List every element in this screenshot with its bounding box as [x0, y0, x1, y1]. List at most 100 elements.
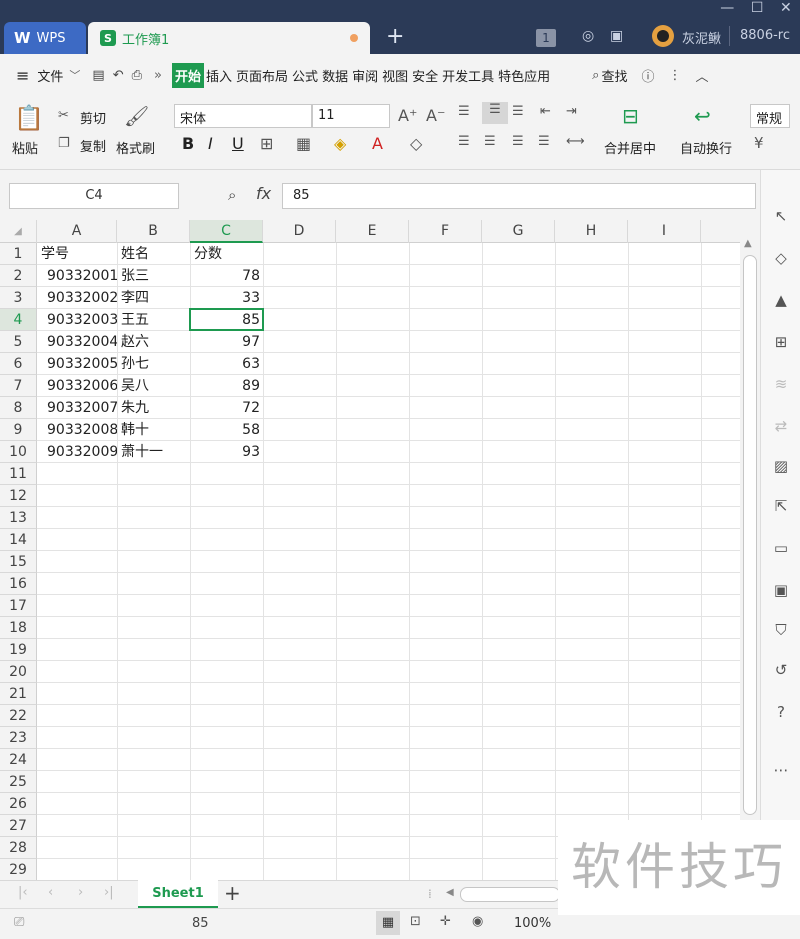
wrap-text-button[interactable]: 自动换行	[680, 138, 732, 157]
name-cell[interactable]: 王五	[117, 309, 190, 331]
student-id-cell[interactable]: 90332009	[37, 441, 117, 463]
column-header-g[interactable]: G	[482, 220, 555, 243]
row-header-24[interactable]: 24	[0, 749, 37, 771]
tab-special[interactable]: 特色应用	[496, 66, 552, 85]
scissors-icon[interactable]: ✂	[58, 108, 69, 123]
student-id-cell[interactable]: 90332005	[37, 353, 117, 375]
row-header-12[interactable]: 12	[0, 485, 37, 507]
name-cell[interactable]: 吴八	[117, 375, 190, 397]
row-header-6[interactable]: 6	[0, 353, 37, 375]
score-cell[interactable]: 72	[190, 397, 263, 419]
undo-icon[interactable]: ↶	[113, 68, 124, 83]
zoom-level[interactable]: 100%	[514, 916, 551, 931]
distribute-icon[interactable]: ⟷	[566, 134, 585, 149]
picture-gallery-icon[interactable]: ▨	[771, 456, 791, 476]
fill-color-icon[interactable]: ◈	[334, 134, 346, 153]
share-icon[interactable]: ▣	[610, 28, 623, 44]
border-icon[interactable]: ⊞	[260, 134, 273, 153]
username-label[interactable]: 灰泥鳅	[682, 28, 721, 47]
save-icon[interactable]: ▤	[92, 68, 104, 83]
column-header-e[interactable]: E	[336, 220, 409, 243]
number-format-select[interactable]: 常规	[750, 104, 790, 128]
copy-icon[interactable]: ❐	[58, 136, 70, 151]
score-cell[interactable]: 58	[190, 419, 263, 441]
more-dots-icon[interactable]: ⋯	[771, 760, 791, 780]
tab-security[interactable]: 安全	[410, 66, 440, 85]
row-header-18[interactable]: 18	[0, 617, 37, 639]
last-sheet-icon[interactable]: ›|	[104, 885, 114, 900]
student-id-cell[interactable]: 90332008	[37, 419, 117, 441]
score-cell[interactable]: 93	[190, 441, 263, 463]
row-header-26[interactable]: 26	[0, 793, 37, 815]
reading-mode-icon[interactable]: ✛	[440, 914, 451, 929]
student-id-cell[interactable]: 90332004	[37, 331, 117, 353]
font-shrink-icon[interactable]: A⁻	[426, 106, 445, 125]
currency-icon[interactable]: ¥	[754, 134, 764, 152]
score-cell[interactable]: 97	[190, 331, 263, 353]
score-cell[interactable]: 33	[190, 287, 263, 309]
print-icon[interactable]: ⎙	[132, 68, 142, 83]
next-sheet-icon[interactable]: ›	[78, 885, 83, 900]
row-header-29[interactable]: 29	[0, 859, 37, 880]
normal-view-icon[interactable]: ▦	[376, 911, 400, 935]
align-left-icon[interactable]: ☰	[458, 134, 470, 149]
font-grow-icon[interactable]: A⁺	[398, 106, 417, 125]
avatar[interactable]	[652, 25, 674, 47]
column-header-d[interactable]: D	[263, 220, 336, 243]
justify-icon[interactable]: ☰	[538, 134, 550, 149]
name-cell[interactable]: 韩十	[117, 419, 190, 441]
score-cell[interactable]: 78	[190, 265, 263, 287]
score-cell[interactable]: 63	[190, 353, 263, 375]
align-middle-icon[interactable]: ☰	[482, 102, 508, 124]
sheet-tab-sheet1[interactable]: Sheet1	[138, 880, 218, 908]
font-size-select[interactable]: 11	[312, 104, 390, 128]
more-chevron-icon[interactable]: »	[154, 68, 162, 83]
student-id-cell[interactable]: 90332006	[37, 375, 117, 397]
indent-decrease-icon[interactable]: ⇤	[540, 104, 551, 119]
student-id-cell[interactable]: 90332003	[37, 309, 117, 331]
shield-icon[interactable]: ⛉	[771, 620, 791, 640]
row-header-22[interactable]: 22	[0, 705, 37, 727]
vertical-scroll-thumb[interactable]	[743, 255, 757, 815]
align-center-icon[interactable]: ☰	[484, 134, 496, 149]
row-header-14[interactable]: 14	[0, 529, 37, 551]
row-header-27[interactable]: 27	[0, 815, 37, 837]
filter-settings-icon[interactable]: ≋	[771, 374, 791, 394]
formula-input[interactable]: 85	[282, 183, 756, 209]
horizontal-scroll-thumb[interactable]	[460, 887, 560, 902]
header-cell[interactable]: 分数	[190, 243, 263, 265]
score-cell[interactable]: 89	[190, 375, 263, 397]
align-right-icon[interactable]: ☰	[512, 134, 524, 149]
column-header-f[interactable]: F	[409, 220, 482, 243]
row-header-17[interactable]: 17	[0, 595, 37, 617]
cloud-sync-icon[interactable]: ◎	[582, 28, 594, 44]
column-header-a[interactable]: A	[37, 220, 117, 243]
hamburger-icon[interactable]: ≡	[16, 66, 29, 85]
name-cell[interactable]: 李四	[117, 287, 190, 309]
row-header-9[interactable]: 9	[0, 419, 37, 441]
eye-protection-icon[interactable]: ◉	[472, 914, 483, 929]
scroll-up-icon[interactable]: ▲	[744, 238, 752, 249]
add-sheet-button[interactable]: +	[224, 881, 241, 905]
column-header-i[interactable]: I	[628, 220, 701, 243]
row-header-13[interactable]: 13	[0, 507, 37, 529]
table-icon[interactable]: ⊞	[771, 332, 791, 352]
font-name-select[interactable]: 宋体	[174, 104, 312, 128]
paste-icon[interactable]: 📋	[14, 104, 44, 132]
row-header-25[interactable]: 25	[0, 771, 37, 793]
row-header-4[interactable]: 4	[0, 309, 37, 331]
tab-page-layout[interactable]: 页面布局	[234, 66, 290, 85]
first-sheet-icon[interactable]: |‹	[18, 885, 28, 900]
row-header-5[interactable]: 5	[0, 331, 37, 353]
page-break-view-icon[interactable]: ⊡	[410, 914, 421, 929]
search-button[interactable]: 查找	[599, 66, 629, 85]
row-header-15[interactable]: 15	[0, 551, 37, 573]
name-cell[interactable]: 张三	[117, 265, 190, 287]
row-header-11[interactable]: 11	[0, 463, 37, 485]
split-handle-icon[interactable]: ⁞	[428, 887, 432, 901]
share-out-icon[interactable]: ⇱	[771, 496, 791, 516]
column-header-h[interactable]: H	[555, 220, 628, 243]
row-header-20[interactable]: 20	[0, 661, 37, 683]
row-header-21[interactable]: 21	[0, 683, 37, 705]
help-circle-icon[interactable]: ?	[771, 702, 791, 722]
